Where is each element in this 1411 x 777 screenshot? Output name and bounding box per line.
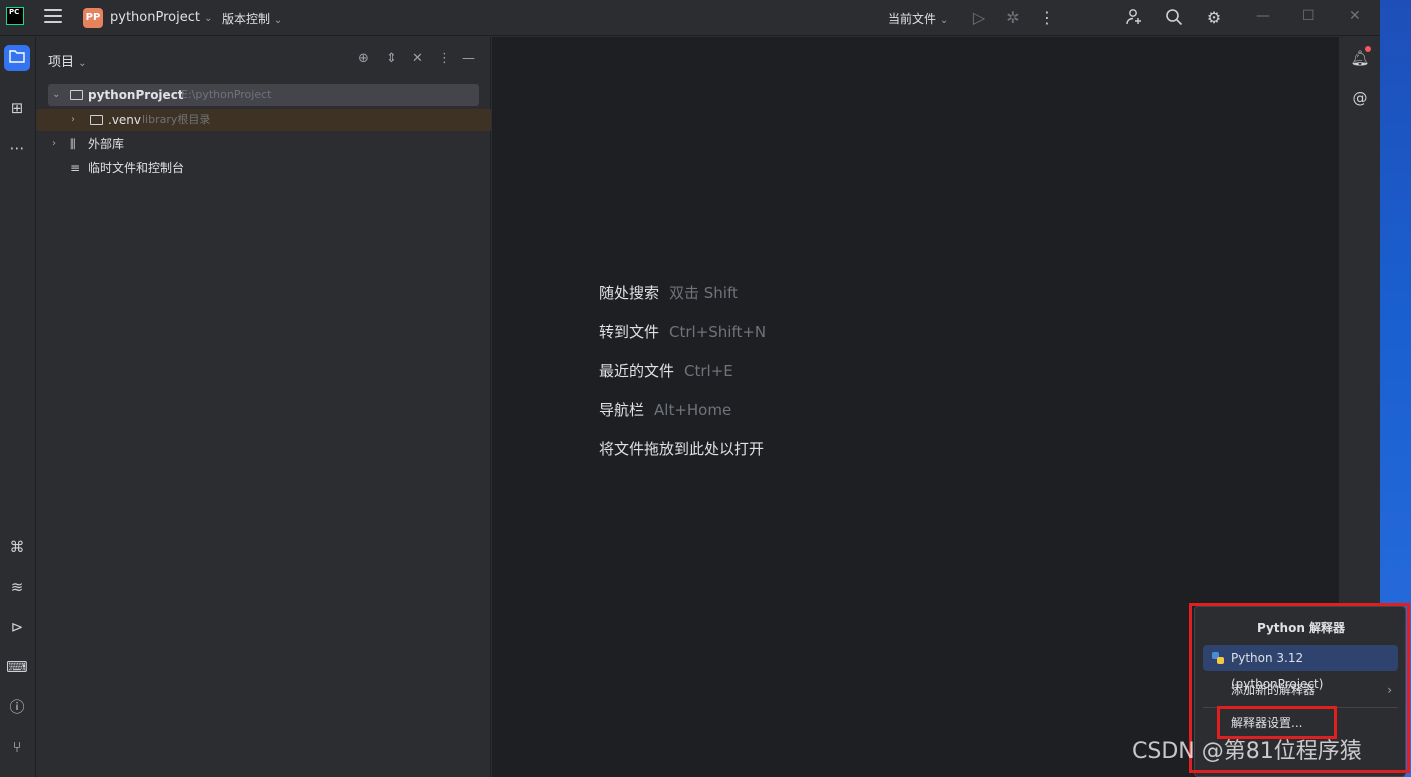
tree-item-scratches[interactable]: ≡ 临时文件和控制台 (36, 157, 491, 179)
hint-key: Ctrl+E (684, 362, 733, 380)
hint-key: Alt+Home (654, 401, 732, 419)
watermark: CSDN @第81位程序猿 (1132, 739, 1362, 764)
tree-item-label: .venv (108, 113, 142, 127)
problems-icon[interactable]: ⓘ (4, 694, 30, 720)
run-config-selector[interactable]: 当前文件 ⌄ (888, 10, 948, 27)
hint-key: Ctrl+Shift+N (669, 323, 767, 341)
tree-item-venv[interactable]: › .venv library根目录 (36, 109, 491, 131)
services-run-icon[interactable]: ⊳ (4, 614, 30, 640)
more-actions-icon[interactable]: ⋮ (1037, 8, 1057, 28)
python-packages-icon[interactable]: ⌘ (4, 534, 30, 560)
debug-icon[interactable]: ✲ (1003, 8, 1023, 28)
project-panel: 项目 ⌄ ⊕ ⇕ ✕ ⋮ — ⌄ pythonProject E:\python… (36, 37, 491, 777)
chevron-right-icon: › (71, 114, 75, 125)
notifications-bell-icon[interactable]: 🔔︎ (1349, 46, 1371, 69)
main-menu-button[interactable] (44, 9, 62, 25)
hint-action: 转到文件 (599, 323, 660, 341)
terminal-icon[interactable]: ⌨ (4, 654, 30, 680)
chevron-down-icon: ⌄ (939, 15, 949, 26)
run-icon[interactable]: ▷ (969, 8, 989, 28)
project-switcher[interactable]: pythonProject ⌄ (110, 10, 212, 25)
panel-options-icon[interactable]: ⋮ (438, 51, 451, 66)
folder-icon (90, 115, 103, 125)
settings-gear-icon[interactable]: ⚙ (1204, 8, 1224, 28)
tree-item-pythonproject[interactable]: ⌄ pythonProject E:\pythonProject (48, 84, 479, 106)
tree-item-label: 外部库 (88, 137, 125, 151)
project-name: pythonProject (110, 10, 200, 25)
tree-item-label: pythonProject (88, 88, 184, 102)
project-badge[interactable]: PP (83, 8, 103, 28)
minimize-icon[interactable]: — (1256, 8, 1270, 24)
git-branch-icon[interactable]: ⑂ (4, 734, 30, 760)
tree-item-path: E:\pythonProject (181, 88, 272, 101)
structure-icon[interactable]: ⊞ (4, 95, 30, 121)
hint-recent-files: 最近的文件 Ctrl+E (599, 360, 733, 381)
vcs-label: 版本控制 (222, 12, 271, 26)
maximize-icon[interactable]: ☐ (1302, 8, 1315, 24)
add-user-icon[interactable] (1124, 8, 1144, 28)
left-tool-stripe: ⊞ ⋯ ⌘ ≋ ⊳ ⌨ ⓘ ⑂ (0, 37, 36, 777)
chevron-down-icon: ⌄ (273, 15, 283, 26)
project-panel-title-text: 项目 (48, 55, 75, 70)
title-bar: PC PP pythonProject ⌄ 版本控制 ⌄ 当前文件 ⌄ ▷ ✲ … (0, 0, 1380, 36)
search-icon[interactable] (1164, 8, 1184, 28)
chevron-down-icon: ⌄ (204, 13, 213, 24)
tree-item-external-libraries[interactable]: › ⫼ 外部库 (36, 133, 491, 155)
tree-item-label: 临时文件和控制台 (88, 161, 185, 175)
project-panel-title[interactable]: 项目 ⌄ (48, 51, 87, 70)
hint-key: 双击 Shift (669, 284, 738, 302)
hint-action: 最近的文件 (599, 362, 675, 380)
vcs-menu[interactable]: 版本控制 ⌄ (222, 10, 282, 27)
hide-panel-icon[interactable]: — (462, 51, 475, 66)
chevron-down-icon: ⌄ (78, 58, 87, 69)
close-icon[interactable]: ✕ (1349, 8, 1361, 24)
chevron-down-icon: ⌄ (52, 89, 61, 100)
ai-assistant-icon[interactable]: @ (1349, 87, 1371, 109)
collapse-all-icon[interactable]: ✕ (412, 51, 423, 66)
hint-action: 导航栏 (599, 401, 645, 419)
scratch-file-icon: ≡ (70, 161, 81, 175)
hint-goto-file: 转到文件 Ctrl+Shift+N (599, 321, 766, 342)
run-config-label: 当前文件 (888, 12, 937, 26)
project-folder-icon[interactable] (4, 45, 30, 71)
hint-search-everywhere: 随处搜索 双击 Shift (599, 282, 738, 303)
locate-icon[interactable]: ⊕ (358, 51, 369, 66)
hint-drop-files: 将文件拖放到此处以打开 (599, 438, 764, 459)
layers-icon[interactable]: ≋ (4, 574, 30, 600)
folder-icon (70, 90, 83, 100)
more-tools-icon[interactable]: ⋯ (4, 135, 30, 161)
hint-action: 将文件拖放到此处以打开 (599, 440, 765, 458)
hint-navigation-bar: 导航栏 Alt+Home (599, 399, 731, 420)
notification-dot (1365, 46, 1371, 52)
library-icon: ⫼ (70, 137, 76, 151)
hint-action: 随处搜索 (599, 284, 660, 302)
pycharm-logo-icon: PC (6, 7, 24, 25)
expand-all-icon[interactable]: ⇕ (386, 51, 397, 66)
tree-item-hint: library根目录 (142, 113, 211, 126)
chevron-right-icon: › (52, 138, 56, 149)
